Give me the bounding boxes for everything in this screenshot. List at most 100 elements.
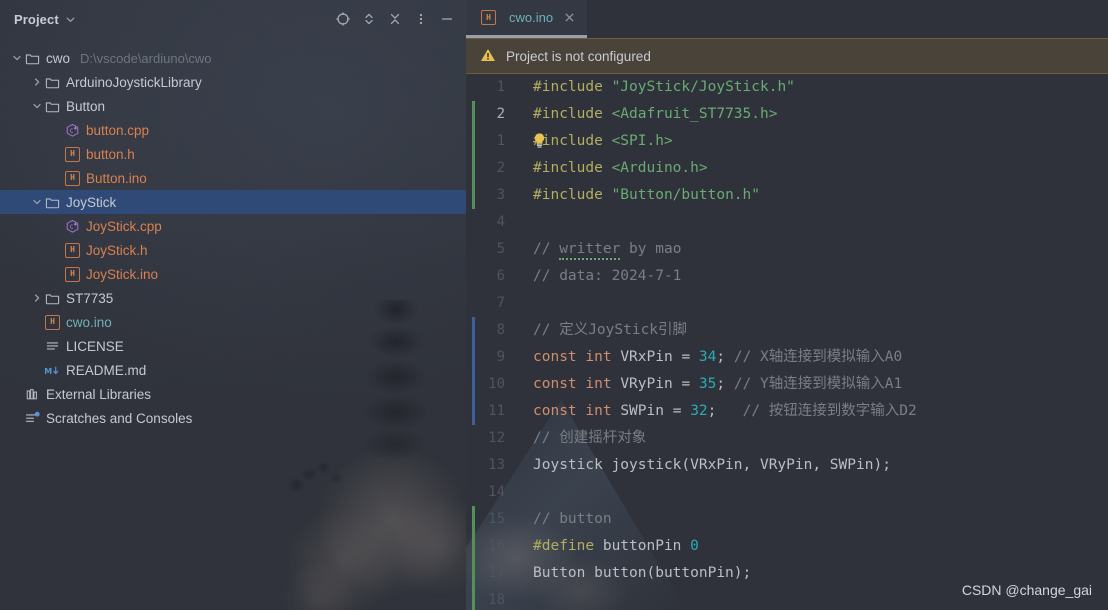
- folder-icon: [44, 190, 61, 214]
- chevron-down-icon[interactable]: [10, 46, 24, 70]
- text-file-icon: [44, 334, 61, 358]
- ide-window: Project cwo D:\vscode\ardiuno\cwo Arduin…: [0, 0, 1108, 610]
- tree-row-cwo-ino[interactable]: Hcwo.ino: [0, 310, 466, 334]
- tree-row-cwo[interactable]: cwo D:\vscode\ardiuno\cwo: [0, 46, 466, 70]
- line-number: 1: [496, 79, 505, 95]
- code-view[interactable]: 1 #include "JoyStick/JoyStick.h" 2 #include…: [466, 74, 1108, 610]
- project-not-configured-banner[interactable]: Project is not configured: [466, 38, 1108, 74]
- code-line[interactable]: 2 #include <Arduino.h>: [466, 155, 1108, 182]
- project-tool-window: Project cwo D:\vscode\ardiuno\cwo Arduin…: [0, 0, 466, 610]
- tree-row-label: cwo.ino: [66, 314, 112, 330]
- code-line[interactable]: 11 const int SWPin = 32; // 按钮连接到数字输入D2: [466, 398, 1108, 425]
- close-icon[interactable]: [562, 10, 577, 25]
- vcs-gutter-marker-green[interactable]: [472, 128, 475, 155]
- tree-row-license[interactable]: LICENSE: [0, 334, 466, 358]
- vcs-gutter-marker-green[interactable]: [472, 506, 475, 533]
- locate-icon[interactable]: [332, 8, 354, 30]
- editor-tab-label: cwo.ino: [509, 10, 554, 25]
- chevron-down-icon[interactable]: [30, 190, 44, 214]
- chevron-down-icon[interactable]: [65, 14, 76, 25]
- editor-tab-bar: H cwo.ino: [466, 0, 1108, 38]
- code-line[interactable]: 1 #include "JoyStick/JoyStick.h": [466, 74, 1108, 101]
- warning-triangle-icon: [480, 47, 496, 66]
- tree-row-label: cwo: [46, 50, 71, 66]
- code-line-text: #define buttonPin 0: [533, 538, 699, 554]
- tree-row-button-cpp[interactable]: Cbutton.cpp: [0, 118, 466, 142]
- collapse-all-icon[interactable]: [384, 8, 406, 30]
- chevron-right-icon[interactable]: [30, 70, 44, 94]
- hide-tool-window-icon[interactable]: [436, 8, 458, 30]
- project-toolbar-actions: [332, 8, 458, 30]
- tree-row-scratches-and-consoles[interactable]: Scratches and Consoles: [0, 406, 466, 430]
- code-line[interactable]: 15// button: [466, 506, 1108, 533]
- code-line-text: #include "Button/button.h": [533, 187, 760, 203]
- vcs-gutter-marker-blue[interactable]: [472, 317, 475, 344]
- tree-row-readme-md[interactable]: M README.md: [0, 358, 466, 382]
- vcs-gutter-marker-green[interactable]: [472, 533, 475, 560]
- code-line[interactable]: 13 Joystick joystick(VRxPin, VRyPin, SWPi…: [466, 452, 1108, 479]
- line-number: 13: [488, 457, 505, 473]
- tree-row-joystick-ino[interactable]: H JoyStick.ino: [0, 262, 466, 286]
- tree-row-label: External Libraries: [46, 386, 152, 402]
- header-file-icon: H: [64, 262, 81, 286]
- code-line[interactable]: 3 #include "Button/button.h": [466, 182, 1108, 209]
- header-file-icon: H: [64, 166, 81, 190]
- code-line-text: // data: 2024-7-1: [533, 268, 682, 284]
- tree-row-st7735[interactable]: ST7735: [0, 286, 466, 310]
- more-options-icon[interactable]: [410, 8, 432, 30]
- code-line[interactable]: 7: [466, 290, 1108, 317]
- vcs-gutter-marker-blue[interactable]: [472, 371, 475, 398]
- code-line[interactable]: 6 // data: 2024-7-1: [466, 263, 1108, 290]
- vcs-gutter-marker-blue[interactable]: [472, 344, 475, 371]
- code-line[interactable]: 12 // 创建摇杆对象: [466, 425, 1108, 452]
- project-tree: cwo D:\vscode\ardiuno\cwo ArduinoJoystickL…: [0, 38, 466, 430]
- tree-row-joystick-cpp[interactable]: C JoyStick.cpp: [0, 214, 466, 238]
- vcs-gutter-marker-blue[interactable]: [472, 398, 475, 425]
- vcs-gutter-marker-green[interactable]: [472, 101, 475, 128]
- code-line[interactable]: 5 // writter by mao: [466, 236, 1108, 263]
- cpp-file-icon: C: [64, 214, 81, 238]
- tree-row-button-ino[interactable]: H Button.ino: [0, 166, 466, 190]
- folder-icon: [44, 94, 61, 118]
- tree-row-joystick-h[interactable]: H JoyStick.h: [0, 238, 466, 262]
- tree-row-arduinojoysticklibrary[interactable]: ArduinoJoystickLibrary: [0, 70, 466, 94]
- vcs-gutter-marker-green[interactable]: [472, 155, 475, 182]
- folder-icon: [44, 70, 61, 94]
- code-line[interactable]: 16 #define buttonPin 0: [466, 533, 1108, 560]
- code-line-text: #include "JoyStick/JoyStick.h": [533, 79, 795, 95]
- code-line-text: // 创建摇杆对象: [533, 430, 647, 446]
- tree-row-button-h[interactable]: Hbutton.h: [0, 142, 466, 166]
- expand-collapse-icon[interactable]: [358, 8, 380, 30]
- lightbulb-icon[interactable]: [532, 132, 547, 151]
- code-line[interactable]: 9 const int VRxPin = 34; // X轴连接到模拟输入A0: [466, 344, 1108, 371]
- editor-tab-cwo-ino[interactable]: H cwo.ino: [466, 0, 588, 38]
- vcs-gutter-marker-green[interactable]: [472, 560, 475, 587]
- project-toolbar: Project: [0, 0, 466, 38]
- code-line-text: const int VRxPin = 34; // X轴连接到模拟输入A0: [533, 349, 903, 365]
- tree-row-label: button.cpp: [86, 122, 150, 138]
- code-line[interactable]: 1 #include <SPI.h>: [466, 128, 1108, 155]
- code-line-text: // writter by mao: [518, 236, 681, 263]
- code-line[interactable]: 8// 定义JoyStick引脚: [466, 317, 1108, 344]
- tree-row-label: button.h: [86, 146, 135, 162]
- line-number: 6: [496, 268, 505, 284]
- code-line-text: const int VRyPin = 35; // Y轴连接到模拟输入A1: [533, 376, 903, 392]
- tree-row-label: JoyStick.h: [86, 242, 148, 258]
- tree-row-external-libraries[interactable]: External Libraries: [0, 382, 466, 406]
- chevron-down-icon[interactable]: [30, 94, 44, 118]
- code-line-text: #include <Adafruit_ST7735.h>: [533, 106, 778, 122]
- header-file-icon: H: [480, 6, 497, 30]
- vcs-gutter-marker-green[interactable]: [472, 182, 475, 209]
- vcs-gutter-marker-green[interactable]: [472, 587, 475, 610]
- tree-row-joystick[interactable]: JoyStick: [0, 190, 466, 214]
- chevron-right-icon[interactable]: [30, 286, 44, 310]
- code-line[interactable]: 2 #include <Adafruit_ST7735.h>: [466, 101, 1108, 128]
- markdown-file-icon: M: [44, 358, 61, 382]
- code-line[interactable]: 14: [466, 479, 1108, 506]
- tree-row-button[interactable]: Button: [0, 94, 466, 118]
- code-line-text: // 定义JoyStick引脚: [533, 322, 688, 338]
- code-line[interactable]: 4: [466, 209, 1108, 236]
- code-line[interactable]: 10 const int VRyPin = 35; // Y轴连接到模拟输入A1: [466, 371, 1108, 398]
- tree-row-label: LICENSE: [66, 338, 124, 354]
- header-file-icon: H: [64, 142, 81, 166]
